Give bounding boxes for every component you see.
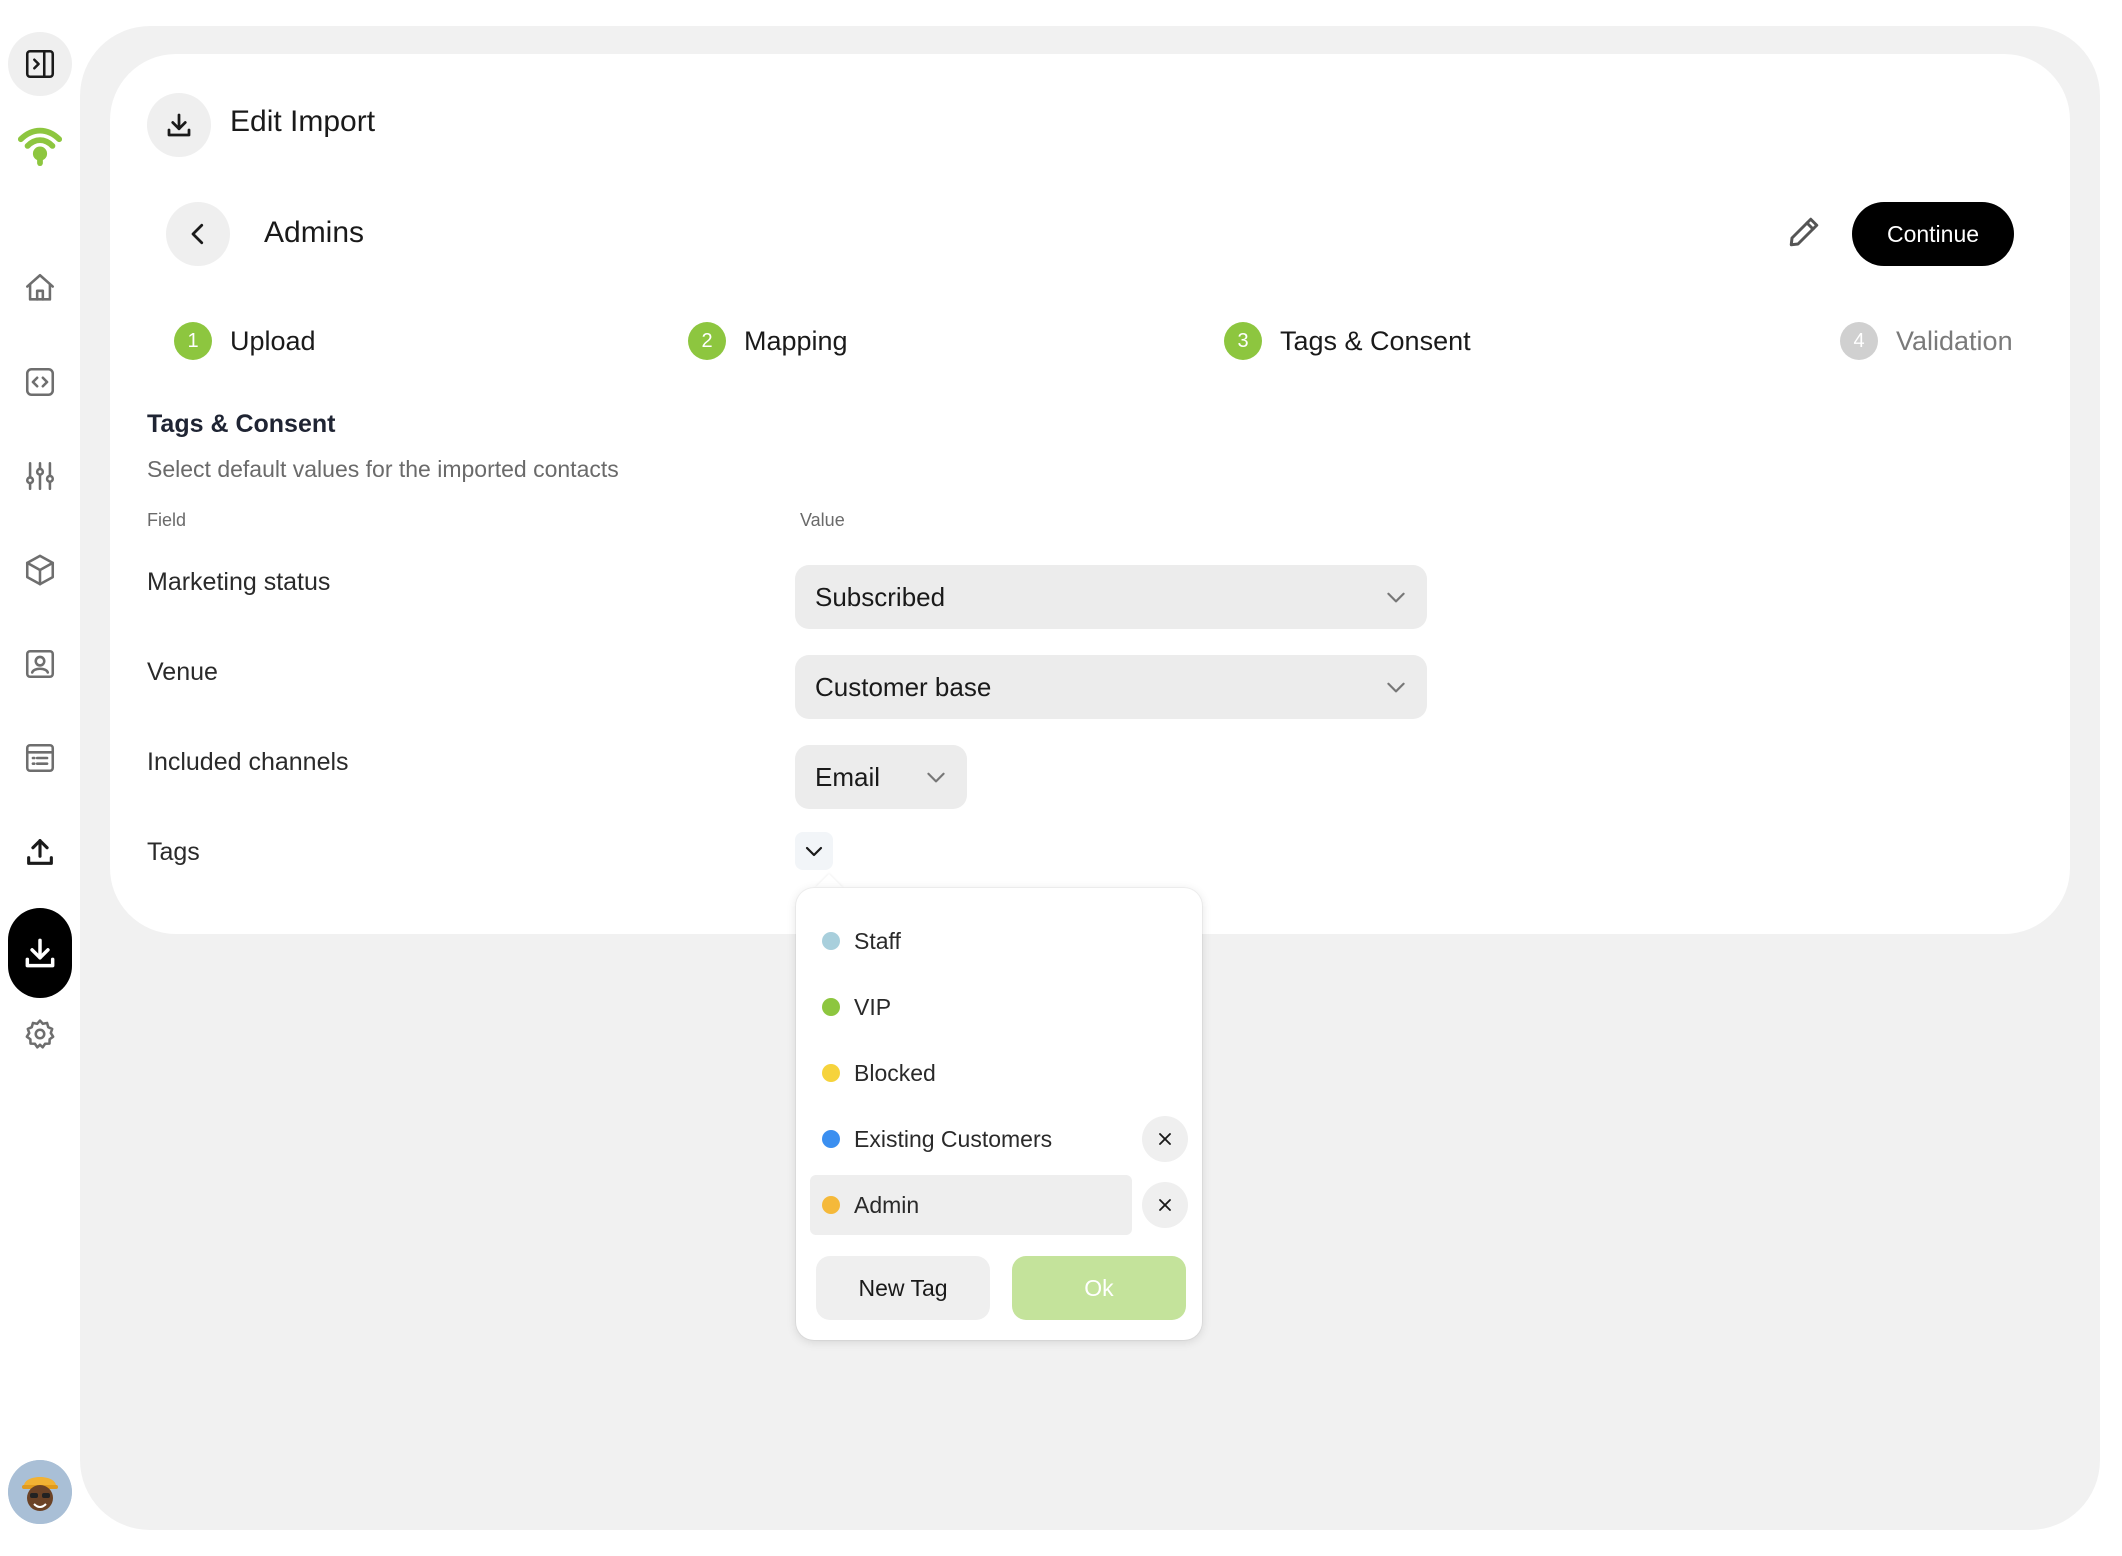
- field-label-venue: Venue: [147, 658, 218, 686]
- step-number: 2: [688, 322, 726, 360]
- code-icon: [25, 367, 55, 397]
- tag-color-dot: [822, 1130, 840, 1148]
- download-icon: [25, 938, 55, 968]
- nav-upload[interactable]: [8, 820, 72, 884]
- gear-icon: [25, 1019, 55, 1049]
- box-icon: [25, 554, 55, 586]
- field-label-channels: Included channels: [147, 748, 349, 776]
- wifi-logo-icon: [17, 127, 63, 167]
- step-number: 1: [174, 322, 212, 360]
- remove-tag-admin-button[interactable]: [1142, 1182, 1188, 1228]
- sidebar: [0, 0, 80, 1556]
- field-label-tags: Tags: [147, 838, 200, 866]
- home-icon: [25, 273, 55, 301]
- select-value: Customer base: [815, 671, 992, 702]
- step-validation[interactable]: 4 Validation: [1840, 322, 2013, 360]
- section-title: Tags & Consent: [147, 410, 336, 438]
- tag-color-dot: [822, 932, 840, 950]
- step-label: Mapping: [744, 325, 848, 356]
- step-label: Tags & Consent: [1280, 325, 1471, 356]
- sliders-icon: [25, 461, 55, 491]
- step-tags-consent[interactable]: 3 Tags & Consent: [1224, 322, 1471, 360]
- tag-color-dot: [822, 998, 840, 1016]
- avatar-icon: [8, 1460, 72, 1524]
- tag-label: Existing Customers: [854, 1125, 1053, 1152]
- sidebar-toggle-button[interactable]: [8, 32, 72, 96]
- tags-dropdown: Staff VIP Blocked Existing Customers Adm…: [796, 888, 1202, 1340]
- page-title: Edit Import: [230, 105, 376, 138]
- tag-option-vip[interactable]: VIP: [810, 978, 1132, 1036]
- new-tag-button[interactable]: New Tag: [816, 1256, 990, 1320]
- step-mapping[interactable]: 2 Mapping: [688, 322, 848, 360]
- field-label-marketing-status: Marketing status: [147, 568, 331, 596]
- upload-icon: [27, 839, 53, 865]
- list-icon: [25, 743, 55, 773]
- contact-card-icon: [25, 649, 55, 679]
- tags-dropdown-toggle[interactable]: [795, 832, 833, 870]
- import-name: Admins: [264, 216, 365, 249]
- nav-home[interactable]: [8, 256, 72, 320]
- nav-download[interactable]: [8, 908, 72, 998]
- chevron-down-icon: [923, 764, 949, 790]
- select-value: Subscribed: [815, 581, 946, 612]
- tag-option-existing-customers[interactable]: Existing Customers: [810, 1110, 1132, 1168]
- tag-label: Admin: [854, 1191, 920, 1218]
- section-subtitle: Select default values for the imported c…: [147, 456, 619, 482]
- chevron-down-icon: [1383, 584, 1409, 610]
- chevron-left-icon: [191, 223, 204, 245]
- import-card: [110, 54, 2070, 934]
- select-value: Email: [815, 761, 881, 792]
- nav-code[interactable]: [8, 350, 72, 414]
- download-icon: [167, 113, 191, 137]
- tag-label: VIP: [854, 993, 892, 1020]
- panel-toggle-icon: [25, 49, 55, 79]
- back-button[interactable]: [166, 202, 230, 266]
- nav-contacts[interactable]: [8, 632, 72, 696]
- step-number: 3: [1224, 322, 1262, 360]
- tag-option-staff[interactable]: Staff: [810, 912, 1132, 970]
- user-avatar[interactable]: [8, 1460, 72, 1524]
- remove-tag-existing-customers-button[interactable]: [1142, 1116, 1188, 1162]
- venue-select[interactable]: Customer base: [795, 655, 1427, 719]
- nav-box[interactable]: [8, 538, 72, 602]
- nav-settings[interactable]: [8, 1002, 72, 1066]
- step-label: Upload: [230, 325, 316, 356]
- continue-button[interactable]: Continue: [1852, 202, 2014, 266]
- marketing-status-select[interactable]: Subscribed: [795, 565, 1427, 629]
- nav-sliders[interactable]: [8, 444, 72, 508]
- column-header-field: Field: [147, 510, 187, 530]
- chevron-down-icon: [1383, 674, 1409, 700]
- tag-option-blocked[interactable]: Blocked: [810, 1044, 1132, 1102]
- edit-name-button[interactable]: [1786, 214, 1826, 254]
- tag-option-admin[interactable]: Admin: [810, 1175, 1132, 1235]
- import-badge: [147, 93, 211, 157]
- ok-button[interactable]: Ok: [1012, 1256, 1186, 1320]
- tag-color-dot: [822, 1064, 840, 1082]
- popover-arrow: [815, 874, 843, 888]
- channels-select[interactable]: Email: [795, 745, 967, 809]
- close-icon: [1159, 1133, 1171, 1145]
- pencil-icon: [1789, 217, 1819, 247]
- column-header-value: Value: [800, 510, 845, 530]
- app-logo[interactable]: [8, 112, 72, 176]
- step-label: Validation: [1896, 325, 2013, 356]
- nav-list[interactable]: [8, 726, 72, 790]
- tag-color-dot: [822, 1196, 840, 1214]
- tag-label: Blocked: [854, 1059, 936, 1086]
- step-number: 4: [1840, 322, 1878, 360]
- step-upload[interactable]: 1 Upload: [174, 322, 316, 360]
- chevron-down-icon: [805, 846, 823, 857]
- tag-label: Staff: [854, 927, 901, 954]
- close-icon: [1159, 1199, 1171, 1211]
